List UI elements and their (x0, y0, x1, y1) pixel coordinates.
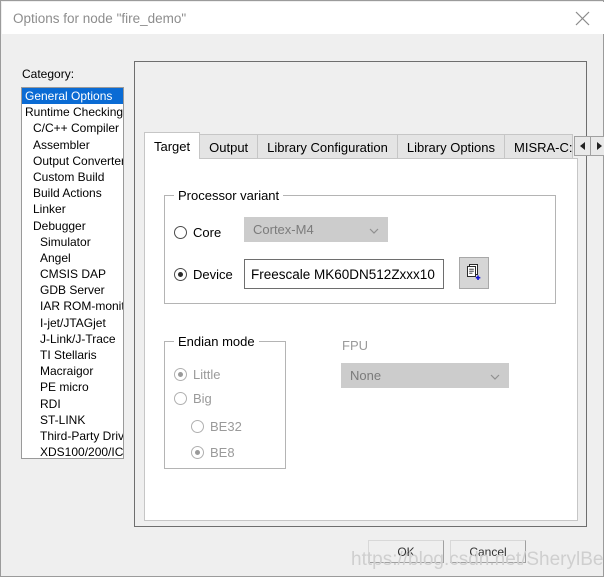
category-item[interactable]: I-jet/JTAGjet (22, 315, 123, 331)
category-item[interactable]: Debugger (22, 218, 123, 234)
title-bar: Options for node "fire_demo" (2, 2, 604, 34)
fpu-combo-value: None (350, 368, 382, 383)
category-item[interactable]: Linker (22, 201, 123, 217)
tab-library-configuration[interactable]: Library Configuration (257, 134, 398, 159)
category-item[interactable]: GDB Server (22, 282, 123, 298)
cancel-button[interactable]: Cancel (450, 540, 526, 563)
tab-misra-c-2[interactable]: MISRA-C:2 (504, 134, 574, 159)
fpu-combo-box[interactable]: None (341, 363, 509, 388)
category-item[interactable]: PE micro (22, 379, 123, 395)
tab-scroll-buttons (574, 136, 604, 159)
endian-be32-radio-label: BE32 (210, 419, 242, 434)
endian-be32-radio[interactable]: BE32 (191, 419, 242, 434)
core-radio-mark (174, 226, 187, 239)
category-list[interactable]: General Options Runtime Checking C/C++ Com… (21, 87, 124, 459)
category-item[interactable]: Runtime Checking (22, 104, 123, 120)
category-item[interactable]: Macraigor (22, 363, 123, 379)
category-item[interactable]: Custom Build (22, 169, 123, 185)
window-title: Options for node "fire_demo" (13, 10, 187, 26)
category-item[interactable]: Simulator (22, 234, 123, 250)
endian-be32-radio-mark (191, 420, 204, 433)
options-dialog: Options for node "fire_demo" Category: G… (0, 0, 604, 577)
core-combo-box[interactable]: Cortex-M4 (244, 217, 388, 242)
category-item[interactable]: J-Link/J-Trace (22, 331, 123, 347)
close-icon (575, 11, 590, 26)
ok-button-label: OK (397, 544, 415, 559)
chevron-down-icon (490, 374, 500, 382)
endian-big-radio-label: Big (193, 391, 212, 406)
category-item[interactable]: Third-Party Driver (22, 428, 123, 444)
category-item[interactable]: TI Stellaris (22, 347, 123, 363)
processor-variant-title: Processor variant (174, 188, 284, 203)
triangle-right-icon (596, 142, 602, 150)
category-item[interactable]: Build Actions (22, 185, 123, 201)
close-button[interactable] (560, 2, 604, 34)
core-radio-label: Core (193, 225, 222, 240)
core-radio[interactable]: Core (174, 225, 221, 240)
endian-be8-radio-mark (191, 446, 204, 459)
category-item[interactable]: RDI (22, 396, 123, 412)
endian-little-radio[interactable]: Little (174, 367, 220, 382)
core-combo-value: Cortex-M4 (253, 222, 314, 237)
device-radio-mark (174, 268, 187, 281)
category-item[interactable]: General Options (22, 88, 123, 105)
category-item[interactable]: XDS100/200/ICDI (22, 444, 123, 458)
endian-be8-radio-label: BE8 (210, 445, 235, 460)
triangle-left-icon (580, 142, 586, 150)
tab-bar: Target Output Library Configuration Library… (144, 132, 604, 159)
category-item[interactable]: C/C++ Compiler (22, 120, 123, 136)
endian-be8-radio[interactable]: BE8 (191, 445, 235, 460)
tab-output[interactable]: Output (199, 134, 259, 159)
device-input-value: Freescale MK60DN512Zxxx10 (251, 266, 435, 282)
device-input[interactable]: Freescale MK60DN512Zxxx10 (244, 259, 444, 289)
endian-big-radio[interactable]: Big (174, 391, 212, 406)
tab-scroll-left-button[interactable] (574, 136, 592, 156)
device-picker-icon (465, 263, 483, 284)
device-radio[interactable]: Device (174, 267, 233, 282)
ok-button[interactable]: OK (368, 540, 444, 563)
category-item[interactable]: IAR ROM-monitor (22, 298, 123, 314)
fpu-label: FPU (342, 338, 368, 353)
endian-big-radio-mark (174, 392, 187, 405)
device-radio-label: Device (193, 267, 233, 282)
tab-library-options[interactable]: Library Options (396, 134, 506, 159)
device-picker-button[interactable] (459, 257, 489, 289)
endian-mode-title: Endian mode (174, 334, 259, 349)
chevron-down-icon (369, 228, 379, 236)
category-item[interactable]: CMSIS DAP (22, 266, 123, 282)
cancel-button-label: Cancel (469, 544, 507, 559)
category-item[interactable]: Angel (22, 250, 123, 266)
category-label: Category: (22, 67, 75, 81)
tab-scroll-right-button[interactable] (591, 136, 604, 156)
endian-little-radio-mark (174, 368, 187, 381)
category-item[interactable]: Output Converter (22, 153, 123, 169)
tab-target[interactable]: Target (144, 132, 201, 159)
category-item[interactable]: ST-LINK (22, 412, 123, 428)
category-item[interactable]: Assembler (22, 137, 123, 153)
endian-little-radio-label: Little (193, 367, 221, 382)
